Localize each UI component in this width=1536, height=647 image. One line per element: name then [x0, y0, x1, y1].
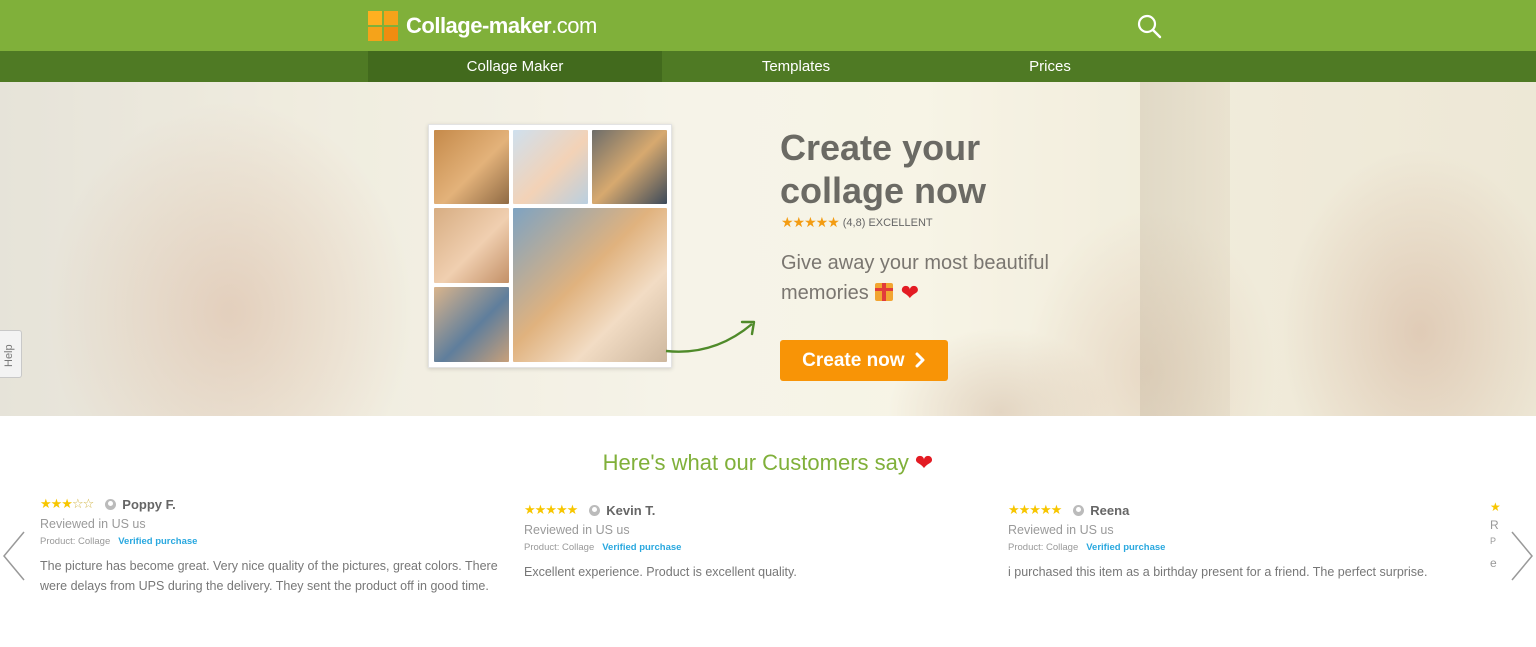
- heart-icon: ❤: [914, 450, 934, 475]
- search-icon[interactable]: [1136, 13, 1162, 39]
- review-stars: ★★★★★: [524, 502, 578, 517]
- collage-photo-dog: [434, 130, 509, 204]
- verified-badge: Verified purchase: [602, 542, 682, 553]
- review-product: Product: Collage Verified purchase: [524, 542, 682, 553]
- collage-preview: [428, 124, 672, 368]
- top-header: Collage-maker.com: [0, 0, 1536, 51]
- nav-templates[interactable]: Templates: [662, 51, 930, 82]
- collage-photo-couple: [434, 287, 509, 362]
- rating-stars-icon: ★★★★★: [781, 214, 840, 230]
- nav-collage-maker[interactable]: Collage Maker: [368, 51, 662, 82]
- review-card: ★★★★★ Reena Reviewed in US us Product: C…: [1008, 502, 1478, 582]
- collage-photo-child: [513, 130, 588, 204]
- site-logo[interactable]: Collage-maker.com: [368, 10, 597, 42]
- reviewer-name: Poppy F.: [122, 496, 176, 512]
- reviews-heading: Here's what our Customers say ❤: [602, 450, 934, 475]
- review-card: ★★★☆☆ Poppy F. Reviewed in US us Product…: [40, 496, 510, 596]
- main-nav: Collage Maker Templates Prices: [0, 51, 1536, 82]
- chevron-right-icon: [915, 352, 925, 368]
- rating-text: (4,8) EXCELLENT: [842, 216, 933, 229]
- reviewer-name: Reena: [1090, 502, 1130, 518]
- review-location: Reviewed in US us: [524, 523, 630, 537]
- heart-icon: ❤: [900, 280, 920, 305]
- review-text: i purchased this item as a birthday pres…: [1008, 565, 1428, 579]
- hero-banner: Create your collage now ★★★★★ (4,8) EXCE…: [0, 82, 1536, 416]
- review-card-peek: ★ R P e: [1490, 500, 1501, 570]
- verified-badge: Verified purchase: [118, 536, 198, 547]
- collage-photo-mother-child: [434, 208, 509, 283]
- collage-photo-family: [513, 208, 667, 362]
- gift-icon: [874, 283, 893, 301]
- hero-subtitle: Give away your most beautiful memories ❤: [781, 252, 1049, 305]
- reviewer-name: Kevin T.: [606, 502, 656, 518]
- review-product: Product: Collage Verified purchase: [40, 536, 198, 547]
- review-location: Reviewed in US us: [1008, 523, 1114, 537]
- user-icon: [105, 498, 117, 510]
- hero-background-photo: [0, 82, 1536, 416]
- help-tab[interactable]: Help: [0, 330, 22, 378]
- logo-icon: [368, 11, 398, 41]
- review-text: Excellent experience. Product is excelle…: [524, 565, 797, 579]
- review-card: ★★★★★ Kevin T. Reviewed in US us Product…: [524, 502, 994, 582]
- verified-badge: Verified purchase: [1086, 542, 1166, 553]
- user-icon: [1073, 504, 1085, 516]
- arrow-icon: [665, 320, 756, 353]
- review-product: Product: Collage Verified purchase: [1008, 542, 1166, 553]
- logo-text: Collage-maker.com: [406, 13, 597, 38]
- review-text: The picture has become great. Very nice …: [40, 559, 498, 593]
- review-stars: ★★★☆☆: [40, 496, 94, 511]
- create-now-button[interactable]: Create now: [780, 340, 948, 381]
- collage-photo-man-dog: [592, 130, 667, 204]
- hero-title: Create your collage now: [780, 127, 987, 211]
- nav-prices[interactable]: Prices: [930, 51, 1170, 82]
- review-location: Reviewed in US us: [40, 517, 146, 531]
- rating-summary: ★★★★★ (4,8) EXCELLENT: [781, 214, 933, 231]
- user-icon: [589, 504, 601, 516]
- carousel-prev-button[interactable]: [0, 530, 28, 582]
- review-stars: ★★★★★: [1008, 502, 1062, 517]
